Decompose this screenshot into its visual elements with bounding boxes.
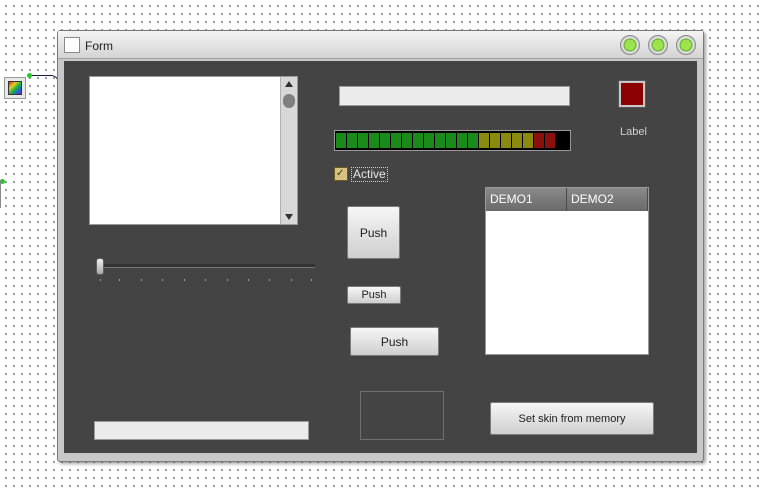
active-checkbox[interactable]: ✓ xyxy=(334,167,348,181)
slider-tick xyxy=(248,279,249,281)
slider-tick xyxy=(100,279,101,281)
meter-segment xyxy=(336,133,346,148)
meter-segment xyxy=(556,133,566,148)
push-button-small[interactable]: Push xyxy=(347,286,401,304)
list-box[interactable] xyxy=(89,76,298,225)
meter-segment xyxy=(380,133,390,148)
meter-segment xyxy=(534,133,544,148)
meter-segment xyxy=(479,133,489,148)
slider-tick xyxy=(205,279,206,281)
scroll-up-arrow-icon[interactable] xyxy=(285,81,293,87)
slider-tick xyxy=(162,279,163,281)
check-mark-icon: ✓ xyxy=(336,168,345,179)
meter-segment xyxy=(446,133,456,148)
slider-thumb[interactable] xyxy=(96,258,104,275)
slider-tick xyxy=(291,279,292,281)
meter-segment xyxy=(468,133,478,148)
meter-segment xyxy=(413,133,423,148)
panel-frame xyxy=(360,391,444,440)
push-button-wide[interactable]: Push xyxy=(350,327,439,356)
slider-tick xyxy=(141,279,142,281)
meter-segment xyxy=(358,133,368,148)
meter-segment xyxy=(347,133,357,148)
meter-segment xyxy=(545,133,555,148)
list-view[interactable]: DEMO1 DEMO2 xyxy=(485,187,649,355)
list-view-header: DEMO1 DEMO2 xyxy=(486,188,648,211)
form-icon xyxy=(64,37,80,53)
meter-segment xyxy=(424,133,434,148)
slider-track[interactable] xyxy=(97,264,315,268)
meter-segment xyxy=(369,133,379,148)
form-window: Form ✓ Active Push Push Push Label DEMO1… xyxy=(57,30,704,462)
meter-segment xyxy=(391,133,401,148)
scroll-thumb[interactable] xyxy=(283,94,295,108)
meter-segment xyxy=(490,133,500,148)
meter-segment xyxy=(435,133,445,148)
guide-line xyxy=(0,180,3,208)
meter-segment xyxy=(512,133,522,148)
level-meter xyxy=(334,130,571,151)
palette-tool-icon[interactable] xyxy=(4,77,26,99)
label-text: Label xyxy=(620,126,647,138)
meter-segment xyxy=(457,133,467,148)
window-title: Form xyxy=(85,39,113,53)
color-swatch[interactable] xyxy=(618,80,646,108)
scroll-down-arrow-icon[interactable] xyxy=(285,214,293,220)
text-input-top[interactable] xyxy=(339,86,570,106)
slider-tick xyxy=(269,279,270,281)
meter-segment xyxy=(501,133,511,148)
slider-tick xyxy=(119,279,120,281)
meter-segment xyxy=(402,133,412,148)
maximize-button[interactable] xyxy=(648,35,668,55)
slider-tick xyxy=(184,279,185,281)
minimize-button[interactable] xyxy=(620,35,640,55)
text-input-bottom[interactable] xyxy=(94,421,309,440)
close-button[interactable] xyxy=(676,35,696,55)
form-client-area: ✓ Active Push Push Push Label DEMO1 DEMO… xyxy=(64,61,697,453)
active-checkbox-label[interactable]: Active xyxy=(351,167,388,182)
set-skin-button[interactable]: Set skin from memory xyxy=(490,402,654,435)
slider-tick xyxy=(227,279,228,281)
column-header-demo2[interactable]: DEMO2 xyxy=(567,188,648,211)
column-header-demo1[interactable]: DEMO1 xyxy=(486,188,567,211)
connector-handle[interactable] xyxy=(27,73,32,78)
push-button-large[interactable]: Push xyxy=(347,206,400,259)
slider-tick xyxy=(311,279,312,281)
title-bar[interactable]: Form xyxy=(58,31,703,59)
meter-segment xyxy=(523,133,533,148)
connector-line xyxy=(28,75,59,94)
vertical-scrollbar[interactable] xyxy=(280,77,297,224)
